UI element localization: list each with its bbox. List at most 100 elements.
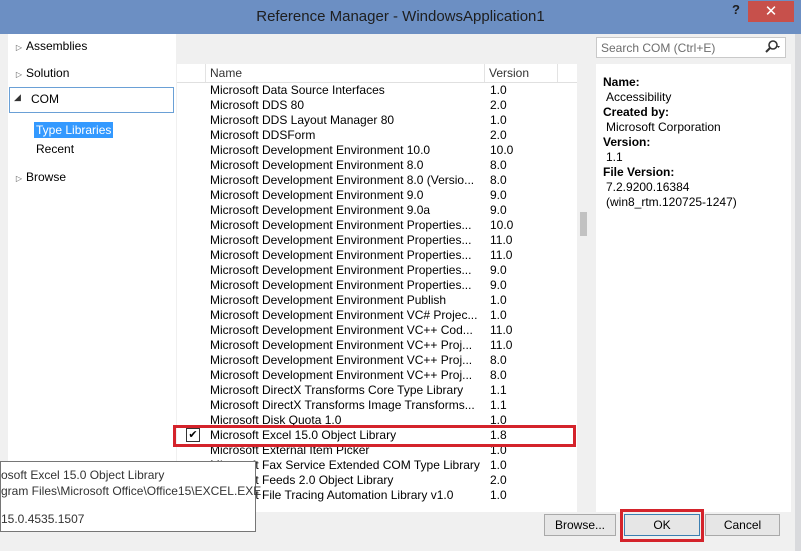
nav-item-type-libraries[interactable]: Type Libraries: [34, 122, 114, 138]
expand-arrow-icon: ▷: [15, 43, 23, 52]
library-version: 9.0: [490, 188, 507, 202]
library-name: Microsoft DDS 80: [210, 98, 305, 112]
column-separator[interactable]: [557, 64, 558, 82]
list-row[interactable]: Microsoft Data Source Interfaces 1.0: [177, 83, 577, 98]
library-version: 9.0: [490, 263, 507, 277]
browse-button[interactable]: Browse...: [544, 514, 616, 536]
file-version-build: (win8_rtm.120725-1247): [606, 195, 737, 209]
tooltip-version: 15.0.4535.1507: [1, 512, 85, 526]
library-name: Microsoft Development Environment VC++ P…: [210, 353, 473, 367]
library-name: Microsoft Development Environment Publis…: [210, 293, 447, 307]
library-name: Microsoft Development Environment Proper…: [210, 233, 472, 247]
list-row[interactable]: Microsoft DirectX Transforms Image Trans…: [177, 398, 577, 413]
collapse-arrow-icon: ◢: [14, 92, 21, 102]
library-version: 9.0: [490, 278, 507, 292]
library-version: 2.0: [490, 473, 507, 487]
list-row[interactable]: Microsoft Development Environment Publis…: [177, 293, 577, 308]
list-row[interactable]: Microsoft Development Environment VC++ P…: [177, 368, 577, 383]
library-name: Microsoft Development Environment Proper…: [210, 278, 472, 292]
library-name: Microsoft Development Environment VC++ C…: [210, 323, 473, 337]
library-name: Microsoft DirectX Transforms Core Type L…: [210, 383, 464, 397]
library-name: Microsoft Development Environment Proper…: [210, 263, 472, 277]
window-edge: [795, 34, 801, 551]
cancel-button[interactable]: Cancel: [705, 514, 780, 536]
library-version: 8.0: [490, 353, 507, 367]
library-version: 8.0: [490, 368, 507, 382]
version-label: Version:: [603, 135, 651, 149]
column-header-version[interactable]: Version: [489, 66, 529, 80]
library-version: 1.1: [490, 383, 507, 397]
list-row[interactable]: Microsoft Development Environment VC# Pr…: [177, 308, 577, 323]
search-input[interactable]: Search COM (Ctrl+E): [601, 41, 715, 55]
list-row[interactable]: Microsoft Development Environment Proper…: [177, 233, 577, 248]
library-name: Microsoft Development Environment 10.0: [210, 143, 431, 157]
name-label: Name:: [603, 75, 640, 89]
library-version: 11.0: [490, 233, 513, 247]
library-name: Microsoft Development Environment 8.0 (V…: [210, 173, 475, 187]
list-row[interactable]: Microsoft DDS 80 2.0: [177, 98, 577, 113]
created-by-label: Created by:: [603, 105, 670, 119]
nav-item-assemblies[interactable]: ▷ Assemblies: [12, 35, 87, 57]
list-row[interactable]: Microsoft DirectX Transforms Core Type L…: [177, 383, 577, 398]
library-name: Microsoft Development Environment VC++ P…: [210, 368, 473, 382]
tooltip-title: osoft Excel 15.0 Object Library: [1, 468, 165, 482]
search-icon[interactable]: [763, 39, 783, 56]
nav-item-label: COM: [31, 92, 59, 106]
list-row[interactable]: Microsoft Development Environment Proper…: [177, 278, 577, 293]
nav-item-label: Solution: [26, 66, 70, 80]
list-row[interactable]: Microsoft Development Environment VC++ P…: [177, 338, 577, 353]
library-name: Microsoft Development Environment 8.0: [210, 158, 424, 172]
list-row[interactable]: Microsoft Development Environment 9.0 9.0: [177, 188, 577, 203]
list-row[interactable]: Microsoft DDS Layout Manager 80 1.0: [177, 113, 577, 128]
title-bar: Reference Manager - WindowsApplication1 …: [0, 0, 801, 34]
library-name: Microsoft Development Environment 9.0a: [210, 203, 431, 217]
search-box[interactable]: Search COM (Ctrl+E): [596, 37, 786, 58]
library-version: 11.0: [490, 338, 513, 352]
list-row[interactable]: Microsoft Development Environment Proper…: [177, 263, 577, 278]
vertical-scrollbar[interactable]: [577, 64, 590, 512]
library-name: Microsoft Development Environment 9.0: [210, 188, 424, 202]
library-version: 1.0: [490, 83, 507, 97]
library-version: 8.0: [490, 173, 507, 187]
close-button[interactable]: ✕: [748, 1, 794, 22]
help-button[interactable]: ?: [726, 2, 746, 20]
created-by-value: Microsoft Corporation: [606, 120, 721, 134]
nav-item-recent[interactable]: Recent: [34, 141, 76, 157]
list-row[interactable]: Microsoft Development Environment VC++ P…: [177, 353, 577, 368]
nav-item-solution[interactable]: ▷ Solution: [12, 62, 69, 84]
details-panel: Name: Accessibility Created by: Microsof…: [596, 64, 791, 512]
library-tooltip: osoft Excel 15.0 Object Library gram Fil…: [0, 461, 261, 532]
selection-highlight-box: [173, 425, 576, 447]
list-row[interactable]: Microsoft Development Environment Proper…: [177, 218, 577, 233]
expand-arrow-icon: ▷: [15, 174, 23, 183]
column-separator: [205, 64, 206, 82]
name-value: Accessibility: [606, 90, 672, 104]
list-row[interactable]: Microsoft Development Environment 10.0 10…: [177, 143, 577, 158]
list-row[interactable]: Microsoft Development Environment Proper…: [177, 248, 577, 263]
library-name: Microsoft DirectX Transforms Image Trans…: [210, 398, 475, 412]
nav-item-com[interactable]: ◢ COM: [9, 87, 174, 113]
library-version: 1.1: [490, 398, 507, 412]
library-version: 11.0: [490, 248, 513, 262]
column-separator[interactable]: [484, 64, 485, 82]
version-value: 1.1: [606, 150, 623, 164]
nav-item-label: Assemblies: [26, 39, 88, 53]
library-name: Microsoft Development Environment Proper…: [210, 218, 472, 232]
library-version: 1.0: [490, 293, 507, 307]
nav-item-label: Browse: [26, 170, 67, 184]
list-row[interactable]: Microsoft Development Environment 8.0 (V…: [177, 173, 577, 188]
list-row[interactable]: Microsoft DDSForm 2.0: [177, 128, 577, 143]
window-title: Reference Manager - WindowsApplication1: [256, 8, 545, 25]
list-row[interactable]: Microsoft Development Environment 9.0a 9.…: [177, 203, 577, 218]
library-version: 8.0: [490, 158, 507, 172]
library-version: 10.0: [490, 143, 514, 157]
library-version: 1.0: [490, 458, 507, 472]
nav-item-browse[interactable]: ▷ Browse: [12, 166, 66, 188]
list-row[interactable]: Microsoft Development Environment VC++ C…: [177, 323, 577, 338]
column-header-name[interactable]: Name: [210, 66, 242, 80]
list-row[interactable]: Microsoft Development Environment 8.0 8.0: [177, 158, 577, 173]
library-version: 10.0: [490, 218, 514, 232]
library-name: Microsoft Development Environment Proper…: [210, 248, 472, 262]
file-version-value: 7.2.9200.16384: [606, 180, 690, 194]
scrollbar-thumb[interactable]: [580, 212, 587, 236]
